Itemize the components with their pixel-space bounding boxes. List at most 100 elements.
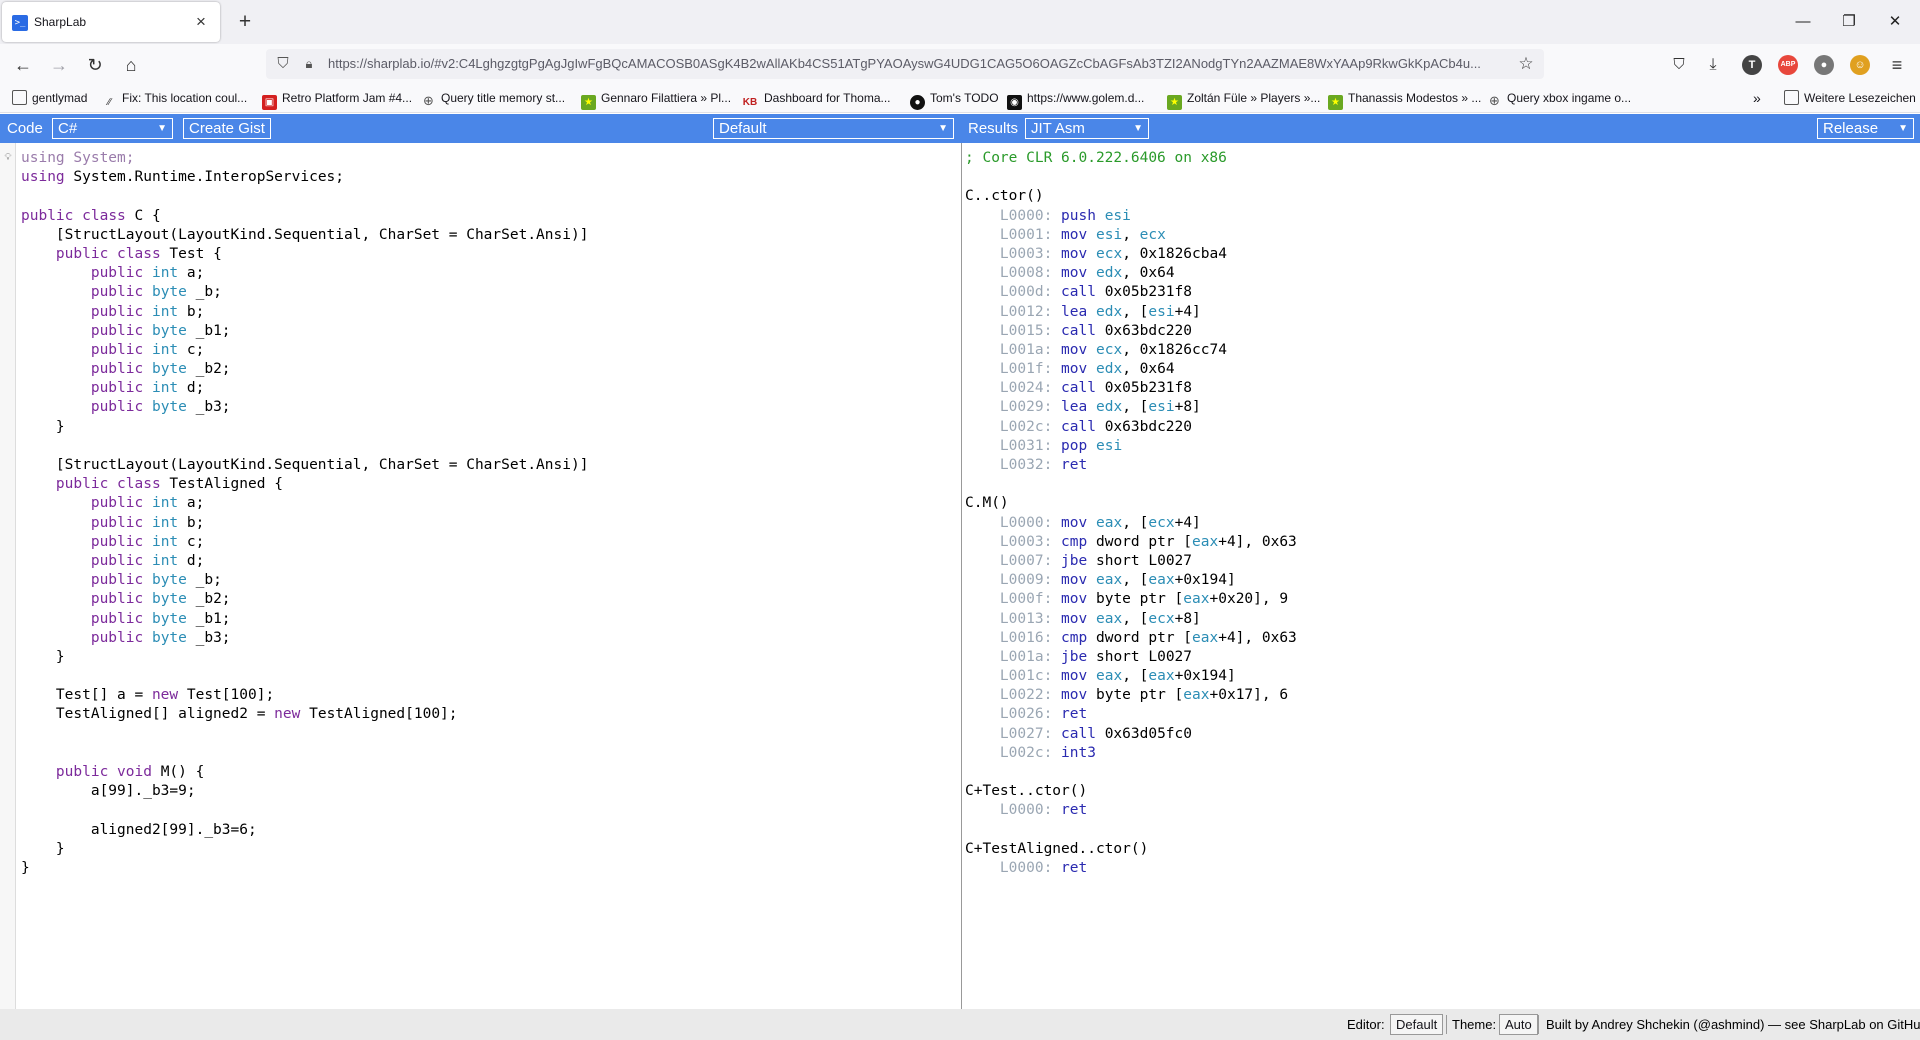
asm-opcode: mov [1061, 514, 1088, 531]
more-bookmarks-chevron-icon[interactable]: » [1753, 89, 1761, 108]
asm-indent [965, 323, 1000, 339]
extension-t-icon[interactable]: T [1742, 55, 1762, 75]
bookmark-label: Retro Platform Jam #4... [282, 91, 413, 105]
asm-opcode: mov [1061, 226, 1088, 243]
asm-label: L0009: [999, 572, 1053, 589]
asm-method-header: C.M() [965, 495, 1009, 512]
browser-tab[interactable]: >_ SharpLab × [2, 2, 220, 42]
asm-instruction: L0026: ret [965, 705, 1297, 724]
back-icon[interactable]: ← [10, 52, 36, 78]
bookmark-item[interactable]: gentlymad [12, 89, 87, 108]
theme-select[interactable]: Auto [1499, 1014, 1538, 1035]
asm-indent [965, 630, 1000, 646]
asm-opcode: mov [1061, 687, 1088, 704]
bookmark-item[interactable]: KB Dashboard for Thoma... [741, 89, 891, 108]
code-line: public byte _b1; [90, 610, 231, 627]
minimize-icon[interactable]: — [1780, 0, 1826, 44]
results-output[interactable]: ; Core CLR 6.0.222.6406 on x86 C..ctor()… [963, 143, 1920, 1009]
language-select[interactable]: C# ▼ [52, 118, 173, 139]
asm-comment: ; Core CLR 6.0.222.6406 on x86 [965, 150, 1227, 166]
bookmark-item[interactable]: ★ Gennaro Filattiera » Pl... [581, 89, 731, 110]
bookmark-item[interactable]: ∕∕ Fix: This location coul... [102, 89, 247, 108]
asm-indent [965, 246, 1000, 262]
reload-icon[interactable]: ↻ [82, 52, 108, 78]
asm-indent [965, 745, 1000, 761]
extension-icon[interactable]: ● [1814, 55, 1834, 75]
home-icon[interactable]: ⌂ [118, 52, 144, 78]
profile-icon[interactable]: ☺ [1850, 55, 1870, 75]
code-line: aligned2[99]._b3=6; [21, 821, 257, 838]
bookmark-label: gentlymad [32, 91, 88, 105]
asm-blank-line [965, 763, 1297, 782]
footer-divider [1538, 1015, 1539, 1034]
asm-label: L0032: [999, 457, 1053, 473]
pocket-icon[interactable]: ⛉ [1666, 52, 1692, 78]
close-tab-icon[interactable]: × [190, 11, 212, 33]
asm-indent [965, 208, 1000, 224]
bookmark-item[interactable]: ▣ Retro Platform Jam #4... [262, 89, 413, 110]
mode-select[interactable]: Release ▼ [1817, 118, 1914, 139]
asm-instruction: L001c: mov eax, [eax+0x194] [965, 667, 1297, 686]
code-editor[interactable]: 💡︎ using System; using System.Runtime.Int… [0, 143, 962, 1009]
star-icon: ★ [1167, 95, 1182, 110]
url-text[interactable]: https://sharplab.io/#v2:C4LghgzgtgPgAgJg… [328, 56, 1508, 71]
branch-select[interactable]: Default ▼ [713, 118, 954, 139]
bookmark-item[interactable]: ● Tom's TODO [910, 89, 999, 110]
asm-lines: ; Core CLR 6.0.222.6406 on x86 C..ctor()… [965, 149, 1297, 878]
new-tab-icon[interactable]: + [232, 9, 258, 35]
code-line: public byte _b3; [90, 629, 231, 646]
lightbulb-icon[interactable]: 💡︎ [3, 153, 13, 163]
asm-operands: eax, [ecx+4] [1095, 514, 1201, 531]
asm-instruction: L0001: mov esi, ecx [965, 226, 1297, 245]
asm-instruction: L0029: lea edx, [esi+8] [965, 398, 1297, 417]
address-bar[interactable]: ⛉ 🔒︎ https://sharplab.io/#v2:C4LghgzgtgP… [266, 49, 1544, 79]
code-line: } [21, 840, 65, 857]
asm-opcode: mov [1061, 265, 1088, 282]
dropdown-caret-icon: ▼ [157, 123, 167, 134]
language-value: C# [58, 120, 78, 137]
bookmark-star-icon[interactable]: ☆ [1516, 54, 1536, 74]
asm-opcode: lea [1061, 399, 1088, 416]
code-line: public byte _b; [90, 284, 222, 301]
bookmark-item[interactable]: ★ Zoltán Füle » Players »... [1167, 89, 1320, 110]
asm-instruction: L0000: mov eax, [ecx+4] [965, 514, 1297, 533]
asm-indent [965, 572, 1000, 588]
create-gist-button[interactable]: Create Gist [183, 118, 271, 139]
menu-icon[interactable]: ≡ [1884, 52, 1910, 78]
asm-indent [965, 553, 1000, 569]
asm-label: L001f: [999, 361, 1053, 378]
asm-indent [965, 419, 1000, 435]
asm-operands: dword ptr [eax+4], 0x63 [1095, 533, 1297, 550]
asm-operands: short L0027 [1095, 552, 1193, 569]
asm-indent [965, 591, 1000, 607]
bookmark-item[interactable]: ★ Thanassis Modestos » ... [1328, 89, 1481, 110]
downloads-icon[interactable]: ⤓ [1700, 52, 1726, 78]
forward-icon[interactable]: → [46, 52, 72, 78]
adblock-plus-icon[interactable]: ABP [1778, 55, 1798, 75]
asm-operands: 0x05b231f8 [1104, 284, 1193, 301]
bookmark-item[interactable]: ⊕ Query title memory st... [421, 89, 565, 108]
asm-indent [965, 668, 1000, 684]
tracking-shield-icon[interactable]: ⛉ [274, 55, 292, 73]
editor-mode-select[interactable]: Default [1390, 1014, 1444, 1035]
other-bookmarks-folder[interactable]: Weitere Lesezeichen [1784, 89, 1916, 108]
asm-opcode: mov [1061, 591, 1088, 608]
bookmark-label: Query xbox ingame o... [1507, 91, 1632, 105]
credits-text[interactable]: Built by Andrey Shchekin (@ashmind) — se… [1546, 1017, 1920, 1032]
asm-label: L0001: [999, 226, 1053, 243]
output-select[interactable]: JIT Asm ▼ [1025, 118, 1149, 139]
asm-label: L0000: [999, 802, 1053, 819]
restore-icon[interactable]: ❐ [1826, 0, 1872, 44]
close-window-icon[interactable]: ✕ [1872, 0, 1918, 44]
asm-label: L002c: [999, 418, 1053, 435]
asm-blank-line [965, 168, 1297, 187]
asm-operands: edx, 0x64 [1095, 265, 1175, 282]
asm-label: L001c: [999, 668, 1053, 685]
bookmark-label: Fix: This location coul... [122, 91, 248, 105]
bookmark-item[interactable]: ⊕ Query xbox ingame o... [1487, 89, 1631, 108]
lock-icon[interactable]: 🔒︎ [300, 55, 318, 73]
bookmark-item[interactable]: ◉ https://www.golem.d... [1007, 89, 1144, 110]
code-line: public byte _b1; [90, 322, 231, 339]
asm-opcode: mov [1061, 361, 1088, 378]
